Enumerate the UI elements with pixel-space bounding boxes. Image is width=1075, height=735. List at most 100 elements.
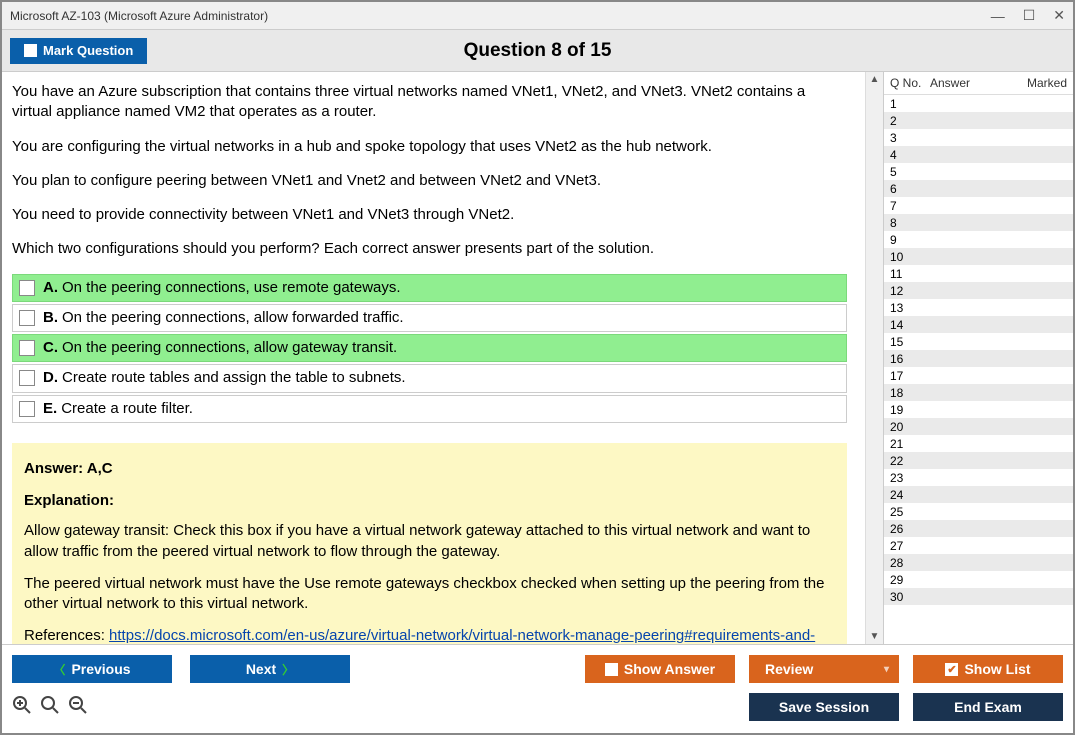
footer-row-2: Save Session End Exam (12, 693, 1063, 721)
show-answer-button[interactable]: Show Answer (585, 655, 735, 683)
sidebar-qno: 13 (890, 301, 930, 315)
option-letter: D. (43, 368, 58, 388)
option-checkbox[interactable] (19, 401, 35, 417)
sidebar-row[interactable]: 19 (884, 401, 1073, 418)
question-paragraph: You need to provide connectivity between… (12, 205, 847, 225)
sidebar-row[interactable]: 21 (884, 435, 1073, 452)
options-list: A. On the peering connections, use remot… (12, 274, 847, 423)
option-text: On the peering connections, allow forwar… (62, 308, 404, 328)
option-checkbox[interactable] (19, 340, 35, 356)
option-row[interactable]: C. On the peering connections, allow gat… (12, 334, 847, 362)
content-scrollbar[interactable]: ▲ ▼ (865, 72, 883, 644)
sidebar-row[interactable]: 30 (884, 588, 1073, 605)
sidebar-qno: 23 (890, 471, 930, 485)
sidebar-row[interactable]: 3 (884, 129, 1073, 146)
sidebar-row[interactable]: 20 (884, 418, 1073, 435)
show-list-button[interactable]: ✔ Show List (913, 655, 1063, 683)
reference-link[interactable]: https://docs.microsoft.com/en-us/azure/v… (24, 627, 815, 644)
explanation-label: Explanation: (24, 491, 835, 511)
window-controls: — ☐ ✕ (991, 7, 1065, 24)
main: You have an Azure subscription that cont… (2, 72, 1073, 645)
sidebar-row[interactable]: 15 (884, 333, 1073, 350)
question-body: You have an Azure subscription that cont… (12, 82, 847, 260)
sidebar-qno: 19 (890, 403, 930, 417)
sidebar-row[interactable]: 6 (884, 180, 1073, 197)
review-label: Review (765, 661, 813, 677)
sidebar-row[interactable]: 8 (884, 214, 1073, 231)
sidebar-row[interactable]: 13 (884, 299, 1073, 316)
sidebar-qno: 21 (890, 437, 930, 451)
sidebar-row[interactable]: 2 (884, 112, 1073, 129)
sidebar-row[interactable]: 1 (884, 95, 1073, 112)
mark-question-button[interactable]: Mark Question (10, 38, 147, 64)
zoom-reset-icon[interactable] (40, 695, 60, 720)
minimize-icon[interactable]: — (991, 8, 1005, 24)
checkbox-icon (24, 44, 37, 57)
sidebar-list[interactable]: 1234567891011121314151617181920212223242… (884, 95, 1073, 644)
sidebar-row[interactable]: 26 (884, 520, 1073, 537)
option-row[interactable]: D. Create route tables and assign the ta… (12, 364, 847, 392)
answer-title: Answer: A,C (24, 459, 835, 479)
sidebar-row[interactable]: 23 (884, 469, 1073, 486)
sidebar-row[interactable]: 12 (884, 282, 1073, 299)
option-row[interactable]: A. On the peering connections, use remot… (12, 274, 847, 302)
sidebar-row[interactable]: 24 (884, 486, 1073, 503)
option-row[interactable]: B. On the peering connections, allow for… (12, 304, 847, 332)
maximize-icon[interactable]: ☐ (1023, 7, 1036, 24)
option-text: On the peering connections, allow gatewa… (62, 338, 397, 358)
review-button[interactable]: Review (749, 655, 899, 683)
scroll-down-icon[interactable]: ▼ (866, 629, 883, 644)
sidebar-qno: 7 (890, 199, 930, 213)
sidebar-qno: 27 (890, 539, 930, 553)
sidebar-row[interactable]: 5 (884, 163, 1073, 180)
sidebar-row[interactable]: 14 (884, 316, 1073, 333)
references-label: References: (24, 627, 109, 644)
option-checkbox[interactable] (19, 310, 35, 326)
close-icon[interactable]: ✕ (1053, 7, 1065, 24)
sidebar-qno: 6 (890, 182, 930, 196)
next-button[interactable]: Next 〉 (190, 655, 350, 683)
scroll-up-icon[interactable]: ▲ (866, 72, 883, 87)
previous-button[interactable]: 〈 Previous (12, 655, 172, 683)
chevron-left-icon: 〈 (53, 661, 65, 678)
sidebar-row[interactable]: 29 (884, 571, 1073, 588)
sidebar-row[interactable]: 28 (884, 554, 1073, 571)
option-checkbox[interactable] (19, 280, 35, 296)
sidebar-qno: 17 (890, 369, 930, 383)
sidebar-row[interactable]: 4 (884, 146, 1073, 163)
references: References: https://docs.microsoft.com/e… (24, 626, 835, 644)
sidebar-qno: 24 (890, 488, 930, 502)
option-checkbox[interactable] (19, 370, 35, 386)
sidebar-qno: 28 (890, 556, 930, 570)
end-exam-button[interactable]: End Exam (913, 693, 1063, 721)
sidebar-qno: 2 (890, 114, 930, 128)
save-session-button[interactable]: Save Session (749, 693, 899, 721)
sidebar-row[interactable]: 18 (884, 384, 1073, 401)
sidebar-header: Q No. Answer Marked (884, 72, 1073, 95)
end-exam-label: End Exam (954, 699, 1022, 715)
previous-label: Previous (71, 661, 130, 677)
sidebar-row[interactable]: 16 (884, 350, 1073, 367)
content-area: You have an Azure subscription that cont… (2, 72, 883, 644)
sidebar-row[interactable]: 7 (884, 197, 1073, 214)
sidebar-row[interactable]: 27 (884, 537, 1073, 554)
explanation-p1: Allow gateway transit: Check this box if… (24, 521, 835, 562)
checkbox-checked-icon: ✔ (945, 663, 958, 676)
question-paragraph: Which two configurations should you perf… (12, 239, 847, 259)
sidebar-row[interactable]: 11 (884, 265, 1073, 282)
zoom-out-icon[interactable] (68, 695, 88, 720)
sidebar-row[interactable]: 10 (884, 248, 1073, 265)
footer: 〈 Previous Next 〉 Show Answer Review ✔ (2, 645, 1073, 733)
col-answer: Answer (930, 76, 990, 90)
sidebar-row[interactable]: 22 (884, 452, 1073, 469)
sidebar-qno: 15 (890, 335, 930, 349)
sidebar-qno: 18 (890, 386, 930, 400)
sidebar-row[interactable]: 17 (884, 367, 1073, 384)
question-scroll[interactable]: You have an Azure subscription that cont… (2, 72, 865, 644)
zoom-in-icon[interactable] (12, 695, 32, 720)
sidebar-row[interactable]: 25 (884, 503, 1073, 520)
sidebar-qno: 9 (890, 233, 930, 247)
sidebar-row[interactable]: 9 (884, 231, 1073, 248)
option-row[interactable]: E. Create a route filter. (12, 395, 847, 423)
col-marked: Marked (990, 76, 1067, 90)
